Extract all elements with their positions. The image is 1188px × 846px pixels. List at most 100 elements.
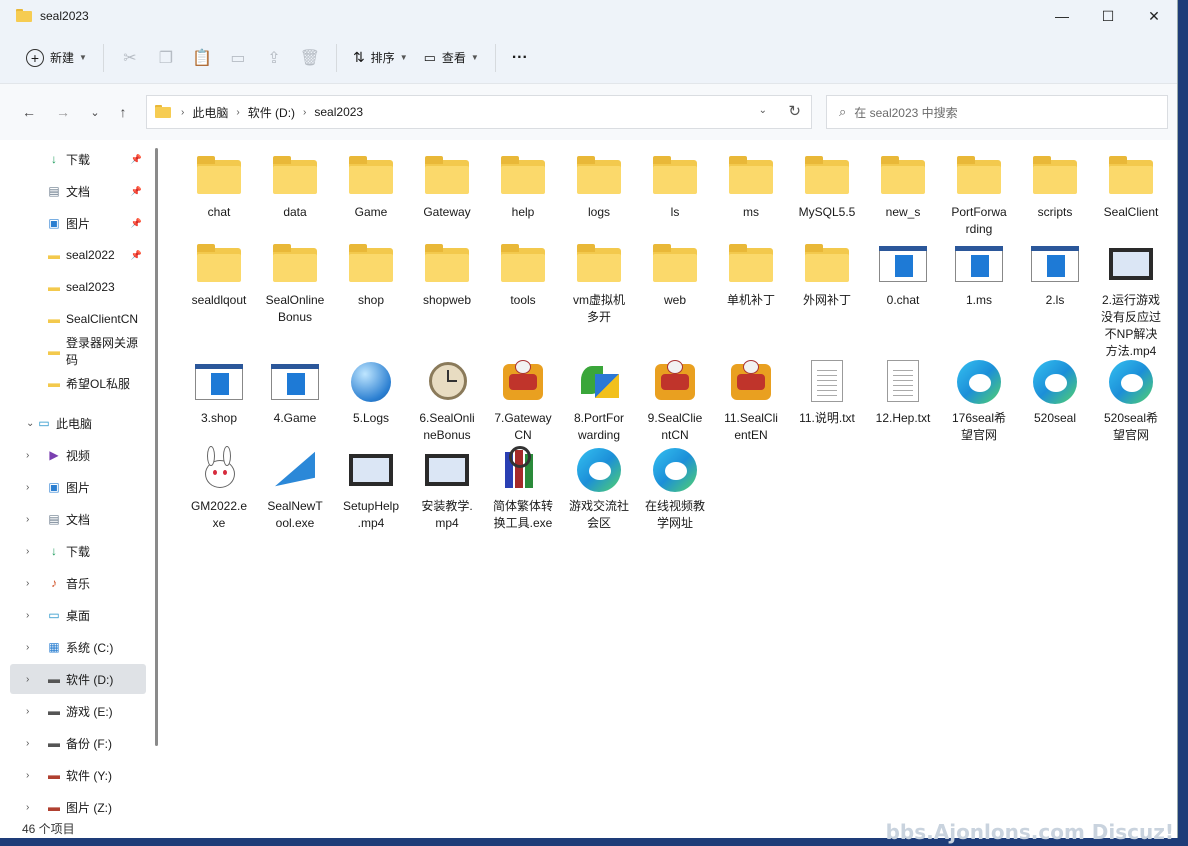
chevron-right-icon[interactable]: › [26, 610, 29, 621]
chevron-right-icon[interactable]: › [26, 450, 29, 461]
sidebar-item[interactable]: ▬ 登录器网关源码 [10, 336, 146, 367]
maximize-button[interactable]: ☐ [1085, 0, 1131, 32]
file-item[interactable]: tools [485, 240, 561, 309]
sidebar-item[interactable]: › ▭ 桌面 [10, 600, 146, 630]
file-item[interactable]: new_s [865, 152, 941, 221]
file-item[interactable]: SealClient [1093, 152, 1169, 221]
recent-locations-button[interactable]: ⌄ [82, 98, 108, 126]
address-dropdown-icon[interactable]: ⌄ [759, 105, 767, 116]
file-item[interactable]: 3.shop [181, 358, 257, 427]
search-input[interactable]: ⌕ 在 seal2023 中搜索 [826, 95, 1168, 129]
sidebar-item[interactable]: ▣ 图片 📌 [10, 208, 146, 238]
chevron-right-icon[interactable]: › [26, 578, 29, 589]
title-bar[interactable]: seal2023 — ☐ ✕ [0, 0, 1177, 32]
file-item[interactable]: help [485, 152, 561, 221]
file-item[interactable]: GM2022.e xe [181, 446, 257, 532]
back-button[interactable]: ← [16, 98, 42, 126]
file-item[interactable]: logs [561, 152, 637, 221]
sidebar-item[interactable]: ▤ 文档 📌 [10, 176, 146, 206]
file-item[interactable]: 12.Hep.txt [865, 358, 941, 427]
file-item[interactable]: 520seal [1017, 358, 1093, 427]
file-item[interactable]: 11.SealCli entEN [713, 358, 789, 444]
file-item[interactable]: 0.chat [865, 240, 941, 309]
chevron-right-icon[interactable]: › [26, 674, 29, 685]
up-button[interactable]: ↑ [110, 98, 136, 126]
sidebar-item[interactable]: › ▦ 系统 (C:) [10, 632, 146, 662]
chevron-down-icon[interactable]: ⌄ [26, 418, 34, 429]
breadcrumb-seal2023[interactable]: seal2023 [314, 105, 363, 119]
sidebar-item[interactable]: › ♪ 音乐 [10, 568, 146, 598]
sidebar-item[interactable]: › ▬ 备份 (F:) [10, 728, 146, 758]
file-item[interactable]: data [257, 152, 333, 221]
file-item[interactable]: shopweb [409, 240, 485, 309]
refresh-icon[interactable]: ↻ [788, 102, 801, 120]
rename-icon[interactable]: ▭ [220, 42, 256, 74]
file-item[interactable]: 简体繁体转 换工具.exe [485, 446, 561, 532]
close-button[interactable]: ✕ [1131, 0, 1177, 32]
chevron-right-icon[interactable]: › [26, 482, 29, 493]
sidebar-item[interactable]: › ▣ 图片 [10, 472, 146, 502]
forward-button[interactable]: → [50, 98, 76, 126]
sidebar-item[interactable]: › ▬ 软件 (Y:) [10, 760, 146, 790]
sidebar-item[interactable]: ▬ 希望OL私服 [10, 368, 146, 398]
view-button[interactable]: ▭ 查看 ▼ [416, 42, 487, 74]
file-item[interactable]: MySQL5.5 [789, 152, 865, 221]
sidebar-item[interactable]: › ▬ 游戏 (E:) [10, 696, 146, 726]
chevron-right-icon[interactable]: › [26, 802, 29, 813]
chevron-right-icon[interactable]: › [26, 706, 29, 717]
copy-icon[interactable]: ❐ [148, 42, 184, 74]
more-button[interactable]: ··· [504, 42, 536, 74]
sidebar-item[interactable]: › ↓ 下载 [10, 536, 146, 566]
file-item[interactable]: 5.Logs [333, 358, 409, 427]
minimize-button[interactable]: — [1039, 0, 1085, 32]
chevron-right-icon[interactable]: › [26, 738, 29, 749]
address-bar[interactable]: › 此电脑 › 软件 (D:) › seal2023 ⌄ ↻ [146, 95, 812, 129]
file-item[interactable]: Gateway [409, 152, 485, 221]
sidebar-item[interactable]: ▬ seal2022 📌 [10, 240, 146, 270]
file-item[interactable]: SealOnline Bonus [257, 240, 333, 326]
file-item[interactable]: 9.SealClie ntCN [637, 358, 713, 444]
cut-icon[interactable]: ✂ [112, 42, 148, 74]
file-item[interactable]: Game [333, 152, 409, 221]
share-icon[interactable]: ⇪ [256, 42, 292, 74]
file-item[interactable]: sealdlqout [181, 240, 257, 309]
paste-icon[interactable]: 📋 [184, 42, 220, 74]
file-item[interactable]: 520seal希 望官网 [1093, 358, 1169, 444]
chevron-right-icon[interactable]: › [26, 514, 29, 525]
file-item[interactable]: PortForwa rding [941, 152, 1017, 238]
sidebar-item[interactable]: › ▬ 软件 (D:) [10, 664, 146, 694]
file-item[interactable]: 6.SealOnli neBonus [409, 358, 485, 444]
file-item[interactable]: 176seal希 望官网 [941, 358, 1017, 444]
file-item[interactable]: chat [181, 152, 257, 221]
file-item[interactable]: 1.ms [941, 240, 1017, 309]
file-item[interactable]: ls [637, 152, 713, 221]
file-item[interactable]: 7.Gateway CN [485, 358, 561, 444]
file-item[interactable]: ms [713, 152, 789, 221]
chevron-right-icon[interactable]: › [26, 770, 29, 781]
sidebar-scrollbar[interactable] [155, 148, 158, 746]
chevron-right-icon[interactable]: › [26, 642, 29, 653]
breadcrumb-drive-d[interactable]: 软件 (D:) [248, 104, 295, 121]
file-item[interactable]: 单机补丁 [713, 240, 789, 309]
file-item[interactable]: 游戏交流社 会区 [561, 446, 637, 532]
file-item[interactable]: 安装教学. mp4 [409, 446, 485, 532]
sort-button[interactable]: ⇅ 排序 ▼ [345, 42, 416, 74]
file-item[interactable]: SetupHelp .mp4 [333, 446, 409, 532]
breadcrumb-this-pc[interactable]: 此电脑 [192, 104, 228, 121]
new-button[interactable]: + 新建 ▼ [18, 42, 95, 74]
delete-icon[interactable]: 🗑 [292, 42, 328, 74]
file-item[interactable]: 11.说明.txt [787, 356, 865, 428]
file-item[interactable]: 4.Game [257, 358, 333, 427]
file-item[interactable]: 2.ls [1017, 240, 1093, 309]
sidebar-item[interactable]: ⌄ ▭ 此电脑 [10, 408, 146, 438]
file-item[interactable]: web [637, 240, 713, 309]
file-item[interactable]: shop [333, 240, 409, 309]
sidebar-item[interactable]: ▬ SealClientCN [10, 304, 146, 334]
file-item[interactable]: 在线视频教 学网址 [637, 446, 713, 532]
sidebar-item[interactable]: › ▤ 文档 [10, 504, 146, 534]
sidebar-item[interactable]: ↓ 下载 📌 [10, 144, 146, 174]
chevron-right-icon[interactable]: › [26, 546, 29, 557]
file-item[interactable]: vm虚拟机 多开 [561, 240, 637, 326]
file-item[interactable]: 8.PortFor warding [561, 358, 637, 444]
file-item[interactable]: scripts [1017, 152, 1093, 221]
